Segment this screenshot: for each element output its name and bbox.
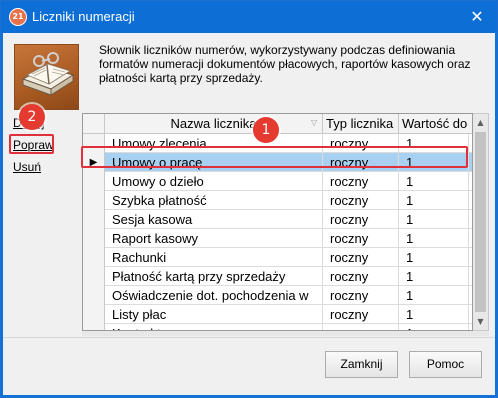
- sort-icon: ▽: [311, 118, 318, 127]
- counter-value-cell: 1: [399, 324, 469, 330]
- scroll-down-icon[interactable]: ▼: [473, 313, 488, 330]
- dialog-content: Słownik liczników numerów, wykorzystywan…: [3, 33, 495, 395]
- counter-type-cell: roczny: [323, 172, 399, 191]
- window-title: Liczniki numeracji: [32, 9, 135, 24]
- counter-value-cell: 1: [399, 248, 469, 267]
- dialog-window: 21 Liczniki numeracji ✕ Słownik licznikó…: [0, 0, 498, 398]
- column-header-value[interactable]: Wartość do: [399, 114, 472, 134]
- help-button[interactable]: Pomoc: [409, 351, 482, 378]
- counter-type-cell: roczny: [323, 229, 399, 248]
- counter-name-cell: Szybka płatność: [105, 191, 323, 210]
- row-indicator-cell: [83, 248, 105, 267]
- counter-name-cell: Umowy o dzieło: [105, 172, 323, 191]
- scroll-thumb[interactable]: [475, 132, 486, 312]
- table-row[interactable]: Oświadczenie dot. pochodzenia w roczny 1: [83, 286, 472, 305]
- counter-name-cell: Kontrakty: [105, 324, 323, 330]
- counter-type-cell: roczny: [323, 286, 399, 305]
- table-row[interactable]: Szybka płatność roczny 1: [83, 191, 472, 210]
- counter-value-cell: 1: [399, 229, 469, 248]
- delete-link[interactable]: Usuń: [13, 160, 41, 174]
- row-indicator-cell: [83, 229, 105, 248]
- counter-type-cell: roczny: [323, 210, 399, 229]
- step-badge-1: 1: [253, 117, 279, 143]
- table-row[interactable]: Raport kasowy roczny 1: [83, 229, 472, 248]
- row-indicator-cell: [83, 305, 105, 324]
- counter-value-cell: 1: [399, 191, 469, 210]
- counter-type-cell: roczny: [323, 305, 399, 324]
- dialog-description: Słownik liczników numerów, wykorzystywan…: [99, 43, 471, 85]
- close-window-button[interactable]: ✕: [459, 3, 495, 31]
- column-header-name[interactable]: Nazwa licznika: [105, 114, 323, 134]
- row-indicator-cell: [83, 324, 105, 330]
- counter-type-cell: roczny: [323, 248, 399, 267]
- selected-row-highlight: [81, 146, 468, 168]
- close-button[interactable]: Zamknij: [325, 351, 398, 378]
- counter-name-cell: Raport kasowy: [105, 229, 323, 248]
- table-row[interactable]: Rachunki roczny 1: [83, 248, 472, 267]
- scroll-up-icon[interactable]: ▲: [473, 114, 488, 131]
- counter-value-cell: 1: [399, 172, 469, 191]
- edit-link-highlight: [9, 134, 54, 154]
- title-bar[interactable]: 21 Liczniki numeracji ✕: [1, 1, 497, 33]
- app-icon: 21: [9, 8, 27, 26]
- counter-type-cell: roczny: [323, 324, 399, 330]
- counter-value-cell: 1: [399, 267, 469, 286]
- counter-type-cell: roczny: [323, 267, 399, 286]
- row-indicator-cell: [83, 191, 105, 210]
- table-row[interactable]: Umowy o dzieło roczny 1: [83, 172, 472, 191]
- counter-name-cell: Sesja kasowa: [105, 210, 323, 229]
- row-indicator-cell: [83, 172, 105, 191]
- table-row[interactable]: Sesja kasowa roczny 1: [83, 210, 472, 229]
- vertical-scrollbar[interactable]: ▲ ▼: [473, 113, 489, 331]
- counter-value-cell: 1: [399, 305, 469, 324]
- step-badge-2: 2: [19, 104, 45, 130]
- dialog-footer: Zamknij Pomoc: [3, 337, 495, 395]
- counter-name-cell: Rachunki: [105, 248, 323, 267]
- book-icon: [14, 44, 79, 110]
- table-row[interactable]: Listy płac roczny 1: [83, 305, 472, 324]
- table-row[interactable]: Kontraktyroczny1: [83, 324, 472, 330]
- counter-name-cell: Płatność kartą przy sprzedaży: [105, 267, 323, 286]
- counter-name-cell: Oświadczenie dot. pochodzenia w: [105, 286, 323, 305]
- row-indicator-cell: [83, 286, 105, 305]
- column-header-type[interactable]: Typ licznika: [323, 114, 399, 134]
- row-indicator-cell: [83, 210, 105, 229]
- row-indicator-cell: [83, 267, 105, 286]
- counter-value-cell: 1: [399, 286, 469, 305]
- horizontal-scrollbar[interactable]: [82, 331, 489, 336]
- counter-name-cell: Listy płac: [105, 305, 323, 324]
- counter-value-cell: 1: [399, 210, 469, 229]
- table-row[interactable]: Płatność kartą przy sprzedaży roczny 1: [83, 267, 472, 286]
- counter-type-cell: roczny: [323, 191, 399, 210]
- header-indicator-cell: [83, 114, 105, 134]
